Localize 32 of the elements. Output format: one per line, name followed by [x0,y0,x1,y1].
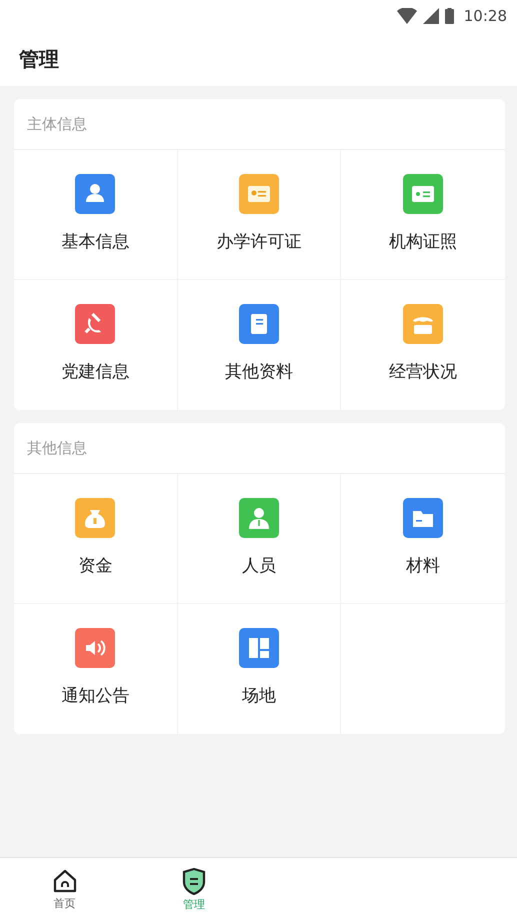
grid-item[interactable]: 通知公告 [14,604,178,734]
item-label: 党建信息 [61,361,130,383]
section-title: 其他信息 [27,438,87,458]
grid-item[interactable]: 材料 [341,474,505,604]
item-label: 其他资料 [224,361,293,383]
item-label: 基本信息 [61,231,130,253]
item-label: 人员 [242,555,276,577]
item-label: 资金 [78,555,112,577]
item-label: 机构证照 [389,231,458,253]
item-label: 办学许可证 [216,231,302,253]
battery-icon [444,8,454,24]
grid-item[interactable]: 资金 [14,474,178,604]
grid-item[interactable]: 办学许可证 [178,150,342,280]
item-label: 经营状况 [389,361,458,383]
nav-tab[interactable]: 首页 [0,858,130,920]
item-label: 材料 [406,555,440,577]
home-icon [52,868,78,894]
status-time: 10:28 [464,7,507,25]
shield-icon [180,866,207,894]
grid-item[interactable]: 经营状况 [341,280,505,410]
item-label: 通知公告 [61,685,130,707]
grid-item[interactable]: 场地 [178,604,342,734]
page-title: 管理 [19,46,59,72]
grid-item[interactable]: 党建信息 [14,280,178,410]
grid-item[interactable]: 机构证照 [341,150,505,280]
wifi-icon [396,8,417,24]
grid-item[interactable]: 其他资料 [178,280,342,410]
grid-item[interactable]: 基本信息 [14,150,178,280]
signal-icon [422,8,439,24]
item-label: 场地 [242,685,276,707]
section-title: 主体信息 [27,114,87,134]
grid-item[interactable]: 人员 [178,474,342,604]
